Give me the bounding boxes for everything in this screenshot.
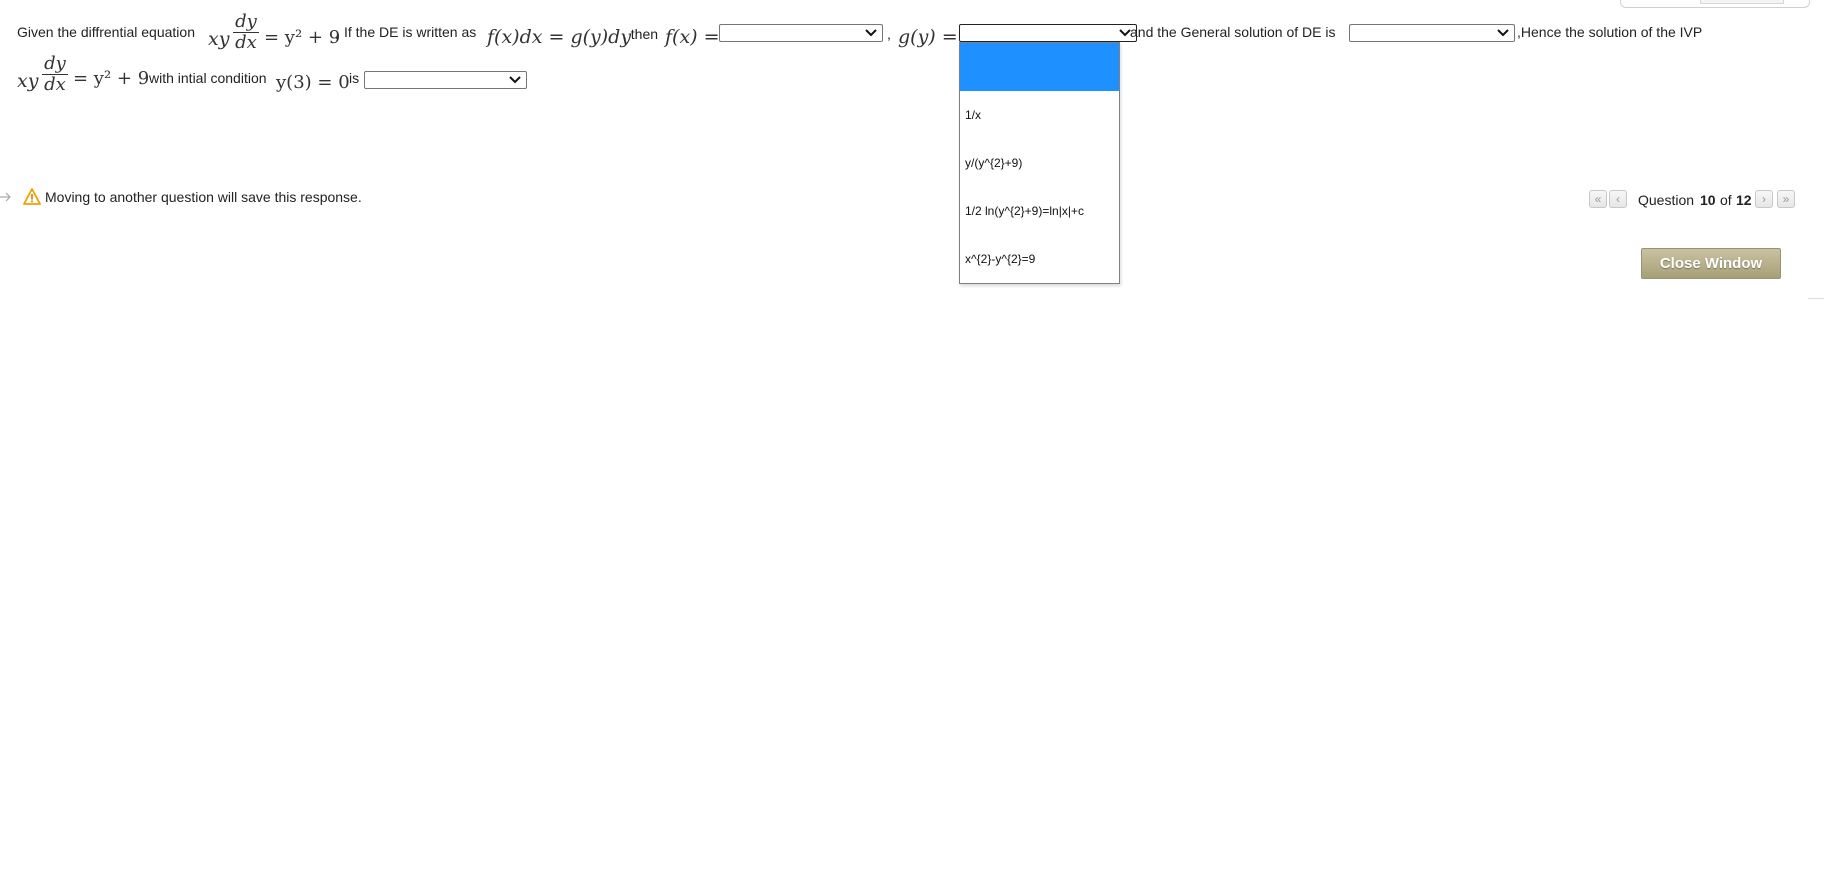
derivative-fraction: dy dx	[232, 13, 260, 52]
close-window-button[interactable]: Close Window	[1641, 248, 1781, 279]
of-word: of	[1720, 192, 1732, 208]
then-text: , then	[623, 26, 659, 42]
chevron-down-icon	[1497, 29, 1509, 37]
dropdown-option[interactable]: y/(y^{2}+9)	[960, 139, 1119, 187]
is-text: is	[349, 70, 360, 86]
next-question-button[interactable]: ›	[1755, 190, 1773, 208]
if-text: If the DE is written as	[344, 24, 477, 40]
save-warning: Moving to another question will save thi…	[0, 187, 420, 209]
first-question-button[interactable]: «	[1589, 190, 1607, 208]
gy-select[interactable]	[959, 24, 1137, 42]
chevron-down-icon	[509, 76, 521, 84]
fraction-numerator: dy	[235, 11, 257, 32]
intro-text: Given the diffrential equation	[17, 24, 195, 40]
separator-comma: ,	[335, 26, 339, 42]
fx-select[interactable]	[719, 24, 883, 42]
top-right-frame-tab	[1700, 0, 1784, 4]
general-solution-text: and the General solution of DE is	[1130, 24, 1336, 40]
chevron-down-icon	[865, 29, 877, 37]
separated-form: f(x)dx = g(y)dy	[487, 26, 632, 48]
gy-label: g(y) =	[898, 26, 958, 48]
eq-rhs: = y² + 9	[264, 27, 341, 48]
last-question-button[interactable]: »	[1777, 190, 1795, 208]
initial-text: with intial condition	[149, 70, 267, 86]
arrow-right-icon	[0, 192, 11, 202]
gy-dropdown-list: 1/x y/(y^{2}+9) 1/2 ln(y^{2}+9)=ln|x|+c …	[959, 42, 1120, 284]
dropdown-option[interactable]: 1/x	[960, 91, 1119, 139]
warning-icon	[23, 188, 41, 205]
hence-text: ,Hence the solution of the IVP	[1517, 24, 1703, 40]
dropdown-option[interactable]: x^{2}-y^{2}=9	[960, 235, 1119, 283]
eq2-rhs: = y² + 9	[73, 68, 150, 89]
current-question-number: 10	[1700, 192, 1716, 208]
double-chevron-left-icon: «	[1594, 192, 1602, 206]
dropdown-option[interactable]: 1/2 ln(y^{2}+9)=ln|x|+c	[960, 187, 1119, 235]
initial-condition: y(3) = 0	[276, 72, 350, 93]
total-questions: 12	[1736, 192, 1752, 208]
derivative-fraction-2: dy dx	[41, 55, 69, 94]
chevron-right-icon: ›	[1762, 192, 1766, 206]
chevron-left-icon: ‹	[1616, 192, 1620, 206]
fraction-denominator: dx	[235, 32, 257, 53]
previous-question-button[interactable]: ‹	[1609, 190, 1627, 208]
fx-label: f(x) =	[665, 26, 720, 48]
divider	[1808, 298, 1824, 299]
separator-comma-2: ,	[887, 26, 891, 42]
eq-lhs-var: xy	[208, 28, 230, 50]
question-navigation: « ‹ Question 10 of 12 › »	[1589, 188, 1804, 212]
fraction-denominator: dx	[44, 74, 66, 95]
eq2-lhs-var: xy	[17, 70, 39, 92]
general-solution-select[interactable]	[1349, 24, 1515, 42]
warning-text: Moving to another question will save thi…	[45, 189, 362, 205]
ivp-solution-select[interactable]	[364, 71, 527, 89]
double-chevron-right-icon: »	[1782, 192, 1790, 206]
fraction-numerator: dy	[44, 53, 66, 74]
dropdown-option-blank[interactable]	[960, 43, 1119, 91]
question-word: Question	[1638, 192, 1695, 208]
